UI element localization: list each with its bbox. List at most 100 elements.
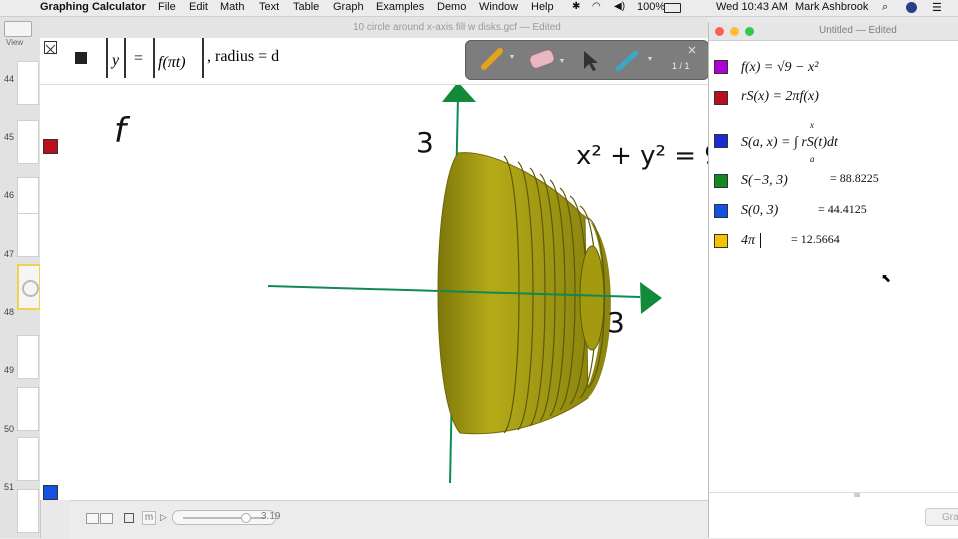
menu-bar: Graphing Calculator File Edit Math Text … [0,0,958,17]
page-number: 46 [4,190,15,200]
equation-radius-text[interactable]: , radius = d [207,48,279,66]
wifi-icon[interactable]: ◠ [592,1,601,12]
expression-swatch[interactable] [714,134,728,148]
expression-f[interactable]: f(x) = √9 − x² [741,60,818,76]
notification-icon[interactable]: ☰ [932,1,942,14]
battery-percent: 100% [637,1,666,13]
clock[interactable]: Wed 10:43 AM [716,1,788,13]
page-swatch-blue[interactable] [43,485,58,500]
battery-icon[interactable] [664,3,681,13]
page-thumbnail[interactable] [17,437,39,481]
slider-track [183,517,265,519]
app-menu[interactable]: Graphing Calculator [40,1,146,13]
menu-file[interactable]: File [158,1,176,13]
view-toggle-button[interactable] [4,21,32,37]
expression-s-integral[interactable]: S(a, x) = ∫ rS(t)dt [741,135,838,151]
view-label: View [6,38,24,47]
result-s-neg3-3: = 88.8225 [830,171,879,185]
menu-edit[interactable]: Edit [189,1,208,13]
zoom-window-button[interactable] [745,27,754,36]
equation-y: y [112,52,120,69]
expression-s-0-3[interactable]: S(0, 3) [741,203,778,219]
menu-examples[interactable]: Examples [376,1,424,13]
bluetooth-icon[interactable]: ✱ [572,1,580,12]
result-s-0-3: = 44.4125 [818,202,867,216]
drawing-tools-palette[interactable]: 1 / 1 [465,40,709,80]
eraser-icon[interactable] [528,48,555,69]
graph-canvas[interactable]: f 3 3 x² + y² = 9 [40,38,721,500]
chevron-down-icon[interactable] [648,57,652,61]
page-number: 48 [4,307,15,317]
tool-page-counter: 1 / 1 [672,61,690,71]
page-thumbnail[interactable] [17,489,39,533]
expression-swatch[interactable] [714,174,728,188]
graph-button[interactable]: Gra [925,508,958,526]
menu-graph[interactable]: Graph [333,1,364,13]
handwritten-3-right: 3 [607,306,625,339]
page-thumbnail[interactable] [17,61,39,105]
palette-svg [481,46,696,72]
untitled-title: Untitled — Edited [819,25,897,36]
menu-text[interactable]: Text [259,1,279,13]
pen-tool-icon[interactable] [615,50,639,72]
pencil-icon[interactable] [481,48,503,70]
x-axis-negative [267,285,441,292]
y-axis-arrow-icon [442,82,476,102]
expression-swatch[interactable] [714,204,728,218]
close-x-icon [45,44,56,55]
menu-math[interactable]: Math [220,1,244,13]
close-pane-icon[interactable] [44,41,57,55]
siri-icon[interactable] [906,2,917,13]
slider-thumb[interactable] [240,513,251,523]
expression-swatch[interactable] [714,234,728,248]
menu-help[interactable]: Help [531,1,554,13]
menu-demo[interactable]: Demo [437,1,466,13]
page-thumbnail[interactable] [17,387,39,431]
page-swatch-red[interactable] [43,139,58,154]
graph-svg [267,82,662,484]
page-number: 44 [4,74,15,84]
page-sidebar: View 44 45 46 47 48 49 50 51 [0,17,41,538]
zoom-in-icon[interactable] [100,513,113,524]
untitled-titlebar: Untitled — Edited [709,22,958,41]
resize-handle-icon[interactable] [854,493,860,497]
page-number: 45 [4,132,15,142]
document-title: 10 circle around x-axis fill w disks.gcf… [353,22,561,33]
user-name[interactable]: Mark Ashbrook [795,1,868,13]
play-icon[interactable]: ▷ [160,512,167,523]
page-thumbnail[interactable] [17,213,39,257]
handwritten-3-top: 3 [416,126,434,159]
bracket-left [106,38,108,78]
x-axis-arrow-icon [640,282,662,314]
page-thumbnail[interactable] [17,335,39,379]
integral-upper-limit: x [810,120,814,130]
close-window-button[interactable] [715,27,724,36]
text-cursor [760,233,761,248]
slider-variable-label[interactable]: m [142,511,156,525]
volume-icon[interactable]: ◀) [614,1,625,12]
expression-4pi[interactable]: 4π [741,233,755,249]
spotlight-icon[interactable]: ⌕ [882,1,888,14]
slider-value: 3.19 [261,511,281,522]
minimize-window-button[interactable] [730,27,739,36]
menu-window[interactable]: Window [479,1,518,13]
zoom-out-icon[interactable] [86,513,99,524]
expression-swatch[interactable] [714,60,728,74]
equation-color-swatch[interactable] [75,52,87,64]
menu-table[interactable]: Table [293,1,319,13]
page-thumbnail[interactable] [17,120,39,164]
bracket-right [202,38,204,78]
stop-icon[interactable] [124,513,134,523]
page-thumbnail-selected[interactable] [17,264,41,310]
chevron-down-icon[interactable] [510,55,514,59]
mouse-pointer-icon: ⬉ [881,271,892,285]
expression-swatch[interactable] [714,91,728,105]
page-number: 49 [4,365,15,375]
expression-rs[interactable]: rS(x) = 2πf(x) [741,89,819,105]
expression-s-neg3-3[interactable]: S(−3, 3) [741,173,788,189]
pointer-tool-icon[interactable] [584,51,598,71]
handwritten-circle-equation: x² + y² = 9 [576,141,721,171]
integral-lower-limit: a [810,154,815,164]
chevron-down-icon[interactable] [560,59,564,63]
equation-f-pi-t: f(πt) [158,54,186,71]
